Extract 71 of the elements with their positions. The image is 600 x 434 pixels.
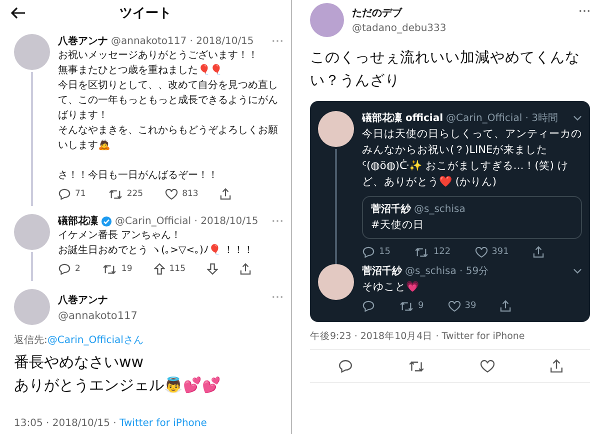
share-icon[interactable] (550, 359, 562, 373)
user-name: 八巻アンナ (58, 294, 109, 306)
action-count: 71 (75, 189, 86, 199)
user-name: 礒部花凜 official (362, 111, 444, 125)
action-count: 122 (433, 247, 451, 257)
heart-icon[interactable] (480, 360, 494, 372)
tweet-text-line: 番長やめなさいww (14, 352, 145, 373)
share-icon[interactable] (220, 188, 232, 200)
user-name: 八巻アンナ (58, 34, 108, 48)
tweet-text: このくっせぇ流れいい加減やめてくんない？うんざり (310, 48, 581, 91)
retweet-icon[interactable] (408, 360, 424, 372)
retweet-icon (414, 246, 430, 258)
user-name: 礒部花凜 (58, 214, 98, 228)
timestamp: 13:05 · 2018/10/15 · (14, 418, 118, 429)
retweet-icon[interactable] (102, 264, 118, 274)
avatar (318, 111, 354, 147)
handle-and-date: @annakoto117 · 2018/10/15 (111, 36, 254, 46)
reply-icon[interactable] (338, 359, 352, 373)
action-count: 9 (418, 301, 424, 311)
user-name: 菅沼千紗 (362, 264, 402, 278)
action-count: 115 (169, 264, 186, 274)
hashtag-text: #天使の日 (371, 218, 425, 233)
up-arrow-icon[interactable] (154, 263, 166, 275)
reply-icon[interactable] (58, 263, 71, 275)
chevron-down-icon (573, 115, 582, 121)
action-count: 391 (492, 247, 509, 257)
tweet-text: そゆこと💗 (362, 280, 420, 295)
handle-and-time: @Carin_Official · 3時間 (446, 112, 558, 125)
share-icon (500, 300, 512, 312)
reply-icon[interactable] (58, 188, 71, 200)
user-handle: @annakoto117 (58, 310, 138, 322)
tweet-text-line: 今日を区切りとして、、改めて自分を見つめ直して、この一年もっともっと成長できるようにがんばります！ (58, 78, 279, 123)
tweet-text-line: お祝いメッセージありがとうございます！！ (58, 48, 259, 63)
heart-icon (448, 300, 461, 312)
user-name: ただのデブ (352, 6, 404, 20)
tweet-text-line: 無事またひとつ歳を重ねました🎈🎈 (58, 63, 223, 78)
retweet-icon (399, 300, 414, 312)
retweet-icon[interactable] (108, 188, 123, 200)
action-count: 225 (126, 189, 144, 199)
action-count: 39 (464, 301, 476, 311)
tweet-text-line: さ！！今日も一日がんばるぞー！！ (58, 169, 219, 183)
tweet-text-line: お誕生日おめでとう ヽ(｡>▽<｡)ﾉ🎈 ！！！ (58, 243, 255, 258)
tweet-text: 今日は天使の日らしくって、アンティーカのみんなからお祝い(？)LINEが来ました ᑦ(◍ö◍)ᑤ✨ おこがましすぎる…！(笑) けど、ありがとう❤ (かりん) (362, 127, 582, 190)
back-arrow-icon[interactable] (10, 7, 26, 19)
source-link[interactable]: Twitter for iPhone (120, 418, 207, 429)
tweet-text-line: そんなやまきを、これからもどうぞよろしくお願いします🙇 (58, 124, 279, 153)
avatar (318, 264, 354, 300)
user-handle: @s_schisa (414, 204, 466, 214)
reply-icon (362, 300, 375, 312)
more-icon[interactable] (579, 9, 590, 13)
action-count: 2 (75, 264, 80, 274)
page-title: ツイート (120, 5, 172, 22)
tweet-text-line: イケメン番長 アンちゃん！ (58, 228, 182, 243)
share-icon (532, 246, 544, 258)
heart-icon (474, 246, 488, 258)
chevron-down-icon (573, 268, 582, 274)
handle-and-time: @s_schisa · 59分 (405, 265, 489, 278)
reply-to-label: 返信先: (14, 335, 48, 346)
action-count: 813 (182, 189, 198, 199)
share-icon[interactable] (240, 263, 252, 275)
action-count: 15 (379, 247, 390, 257)
action-count: 19 (121, 264, 132, 274)
handle-and-date: @Carin_Official · 2018/10/15 (115, 216, 258, 226)
reply-to-link[interactable]: @Carin_Officialさん (47, 335, 144, 346)
reply-icon (362, 246, 375, 258)
tweet-text-line: ありがとうエンジェル👼💕💕 (14, 375, 222, 396)
heart-icon[interactable] (165, 188, 178, 200)
down-arrow-icon[interactable] (207, 263, 218, 275)
user-name: 菅沼千紗 (371, 202, 411, 216)
user-handle: @tadano_debu333 (352, 23, 446, 34)
timestamp: 午後9:23 · 2018年10月4日 · Twitter for iPhone (310, 330, 590, 350)
